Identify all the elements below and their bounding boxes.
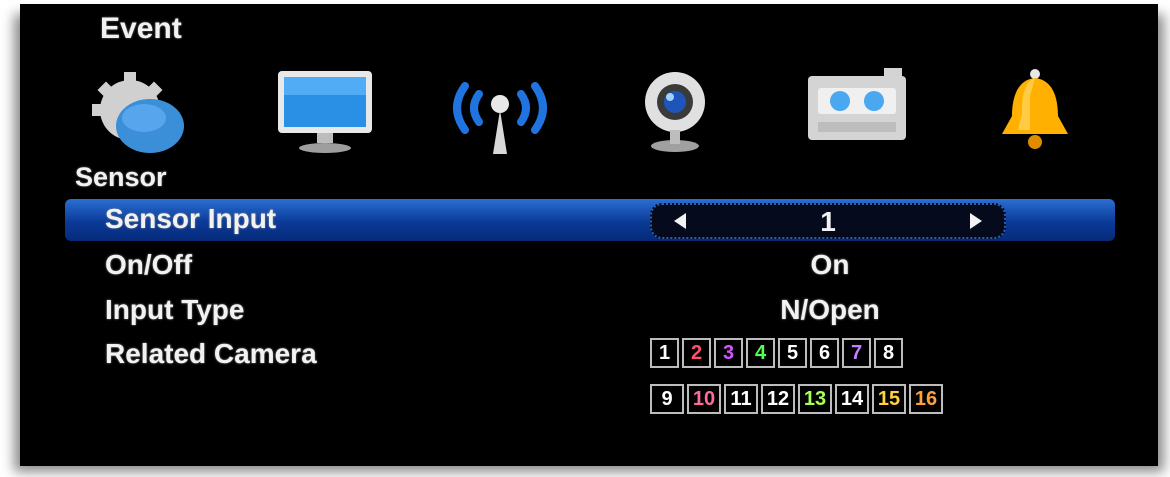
input-type-value[interactable]: N/Open [650, 294, 1010, 326]
camera-1-checkbox[interactable]: 1 [650, 338, 679, 368]
camera-4-checkbox[interactable]: 4 [746, 338, 775, 368]
menu-title: Event [100, 12, 182, 45]
monitor-display-icon[interactable] [270, 66, 380, 156]
camera-9-checkbox[interactable]: 9 [650, 384, 684, 414]
camera-15-checkbox[interactable]: 15 [872, 384, 906, 414]
dvr-menu-screen: Event Sensor Sensor Input 1 On/Off On In… [20, 4, 1158, 466]
alarm-bell-icon[interactable] [980, 66, 1090, 156]
camera-10-checkbox[interactable]: 10 [687, 384, 721, 414]
camera-8-checkbox[interactable]: 8 [874, 338, 903, 368]
camera-selector-row-1: 12345678 [650, 338, 903, 368]
camera-selector-row-2: 9 10 11 12 13 14 15 16 [650, 384, 943, 414]
recorder-device-icon[interactable] [802, 66, 912, 156]
input-type-label: Input Type [105, 294, 245, 325]
arrow-right-icon[interactable] [970, 213, 982, 229]
camera-6-checkbox[interactable]: 6 [810, 338, 839, 368]
camera-7-checkbox[interactable]: 7 [842, 338, 871, 368]
settings-gear-icon[interactable] [88, 66, 198, 156]
camera-12-checkbox[interactable]: 12 [761, 384, 795, 414]
camera-14-checkbox[interactable]: 14 [835, 384, 869, 414]
related-camera-label: Related Camera [105, 338, 317, 369]
camera-2-checkbox[interactable]: 2 [682, 338, 711, 368]
camera-3-checkbox[interactable]: 3 [714, 338, 743, 368]
camera-16-checkbox[interactable]: 16 [909, 384, 943, 414]
section-title-sensor: Sensor [75, 162, 167, 192]
camera-5-checkbox[interactable]: 5 [778, 338, 807, 368]
sensor-input-label: Sensor Input [105, 203, 277, 234]
camera-13-checkbox[interactable]: 13 [798, 384, 832, 414]
on-off-label: On/Off [105, 249, 193, 280]
sensor-input-value: 1 [820, 206, 836, 237]
sensor-input-spinner[interactable]: 1 [650, 203, 1006, 239]
camera-11-checkbox[interactable]: 11 [724, 384, 758, 414]
network-antenna-icon[interactable] [445, 66, 555, 156]
webcam-camera-icon[interactable] [620, 66, 730, 156]
on-off-value[interactable]: On [650, 249, 1010, 281]
